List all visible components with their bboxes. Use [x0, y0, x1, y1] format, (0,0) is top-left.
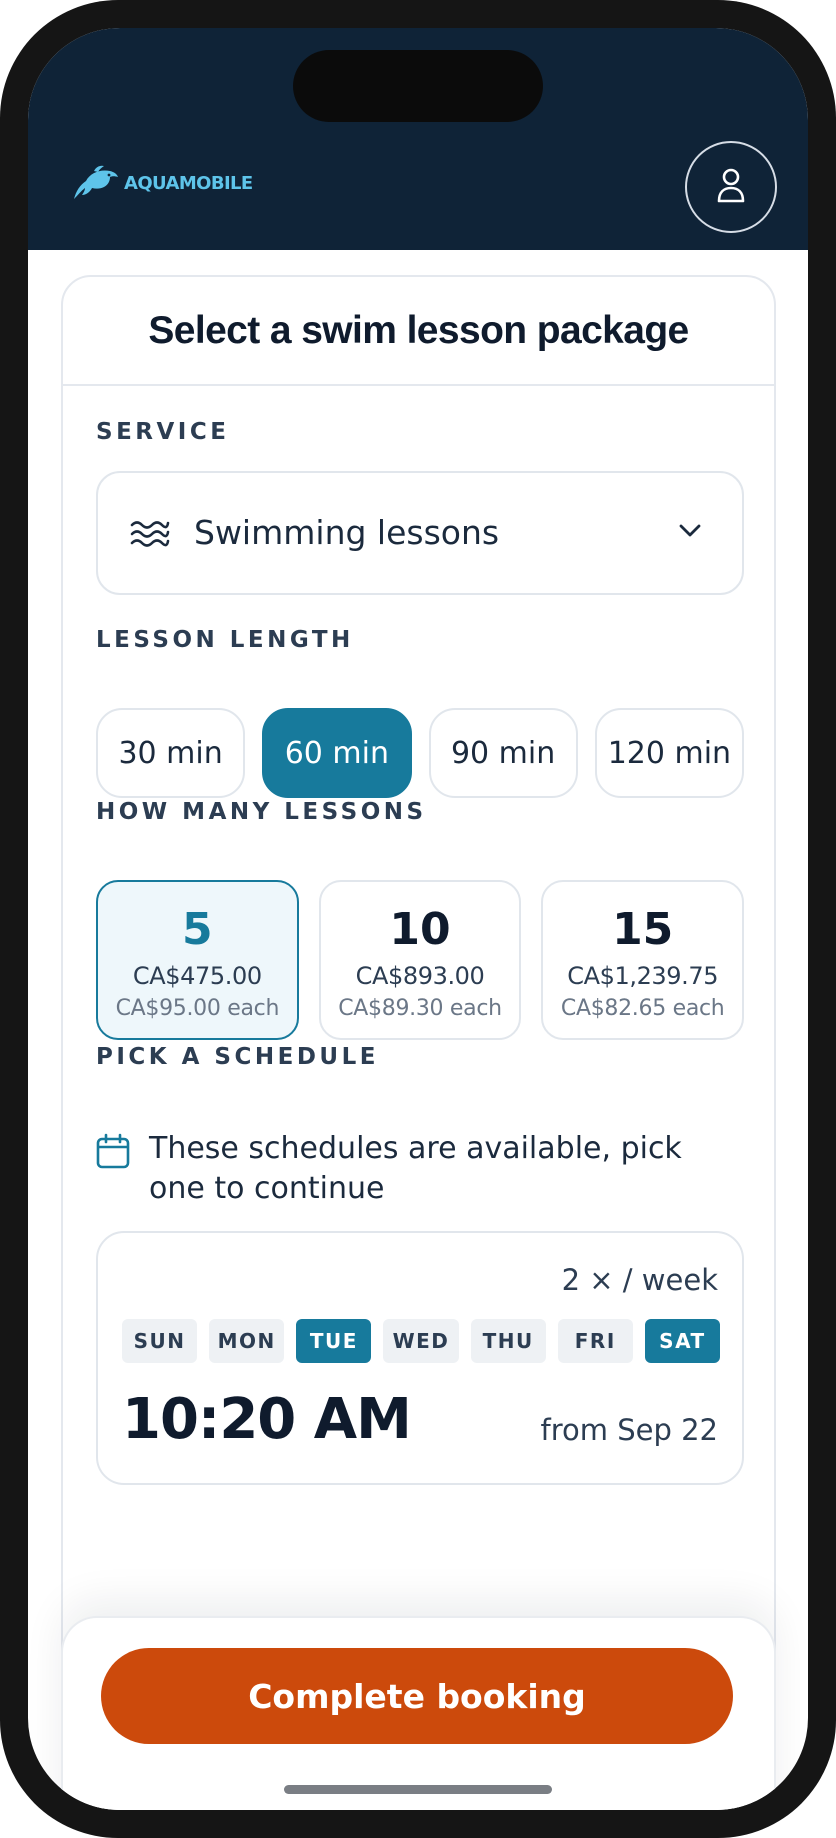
- home-indicator[interactable]: [284, 1785, 552, 1794]
- lesson-length-label: LESSON LENGTH: [96, 627, 354, 653]
- booking-footer: Complete booking: [61, 1616, 776, 1810]
- lesson-package-10[interactable]: 10 CA$893.00 CA$89.30 each: [318, 880, 522, 1040]
- calendar-icon: [96, 1129, 130, 1209]
- day-wed: WED: [383, 1319, 459, 1363]
- schedule-days: SUN MON TUE WED THU FRI SAT: [122, 1319, 720, 1363]
- package-total: CA$475.00: [132, 962, 262, 990]
- schedule-note: These schedules are available, pick one …: [96, 1129, 736, 1209]
- waves-icon: [130, 519, 170, 553]
- package-each-price: CA$82.65 each: [560, 996, 725, 1021]
- lesson-length-options: 30 min 60 min 90 min 120 min: [96, 708, 744, 798]
- length-option-120[interactable]: 120 min: [594, 708, 744, 798]
- page-title: Select a swim lesson package: [148, 309, 689, 352]
- day-sat: SAT: [644, 1319, 720, 1363]
- schedule-note-text: These schedules are available, pick one …: [149, 1131, 682, 1206]
- schedule-frequency: 2 × / week: [561, 1263, 718, 1297]
- lesson-package-5[interactable]: 5 CA$475.00 CA$95.00 each: [96, 880, 299, 1040]
- service-label: SERVICE: [96, 419, 230, 445]
- complete-booking-button[interactable]: Complete booking: [101, 1648, 733, 1744]
- service-value: Swimming lessons: [194, 513, 500, 552]
- schedule-start-date: from Sep 22: [540, 1413, 718, 1447]
- length-option-60[interactable]: 60 min: [262, 708, 412, 798]
- day-tue: TUE: [296, 1319, 372, 1363]
- package-count: 5: [182, 904, 213, 955]
- day-sun: SUN: [122, 1319, 198, 1363]
- brand-logo[interactable]: AQUAMOBILE: [70, 165, 253, 201]
- package-count: 10: [389, 904, 451, 955]
- lessons-count-label: HOW MANY LESSONS: [96, 799, 427, 825]
- lesson-package-15[interactable]: 15 CA$1,239.75 CA$82.65 each: [541, 880, 745, 1040]
- schedule-label: PICK A SCHEDULE: [96, 1044, 379, 1070]
- user-icon: [716, 167, 746, 207]
- brand-name: AQUAMOBILE: [124, 172, 253, 194]
- profile-button[interactable]: [685, 141, 777, 233]
- app-header: AQUAMOBILE: [28, 28, 808, 250]
- package-each-price: CA$89.30 each: [338, 996, 502, 1021]
- package-count: 15: [612, 904, 674, 955]
- day-thu: THU: [470, 1319, 546, 1363]
- schedule-time: 10:20 AM: [122, 1387, 412, 1452]
- schedule-option[interactable]: 2 × / week SUN MON TUE WED THU FRI SAT 1…: [96, 1231, 744, 1485]
- package-total: CA$893.00: [355, 962, 485, 990]
- day-mon: MON: [209, 1319, 285, 1363]
- package-card: Select a swim lesson package SERVICE Swi…: [61, 275, 776, 1810]
- package-each-price: CA$95.00 each: [115, 996, 280, 1021]
- lesson-count-options: 5 CA$475.00 CA$95.00 each 10 CA$893.00 C…: [96, 880, 745, 1040]
- phone-frame: AQUAMOBILE Select a swim lesson package …: [0, 0, 836, 1838]
- divider: [63, 384, 774, 386]
- dynamic-island: [293, 50, 543, 122]
- length-option-90[interactable]: 90 min: [428, 708, 578, 798]
- service-select[interactable]: Swimming lessons: [96, 471, 744, 595]
- package-total: CA$1,239.75: [567, 962, 719, 990]
- length-option-30[interactable]: 30 min: [96, 708, 246, 798]
- dolphin-icon: [70, 165, 120, 201]
- day-fri: FRI: [557, 1319, 633, 1363]
- chevron-down-icon: [678, 523, 702, 543]
- screen: AQUAMOBILE Select a swim lesson package …: [28, 28, 808, 1810]
